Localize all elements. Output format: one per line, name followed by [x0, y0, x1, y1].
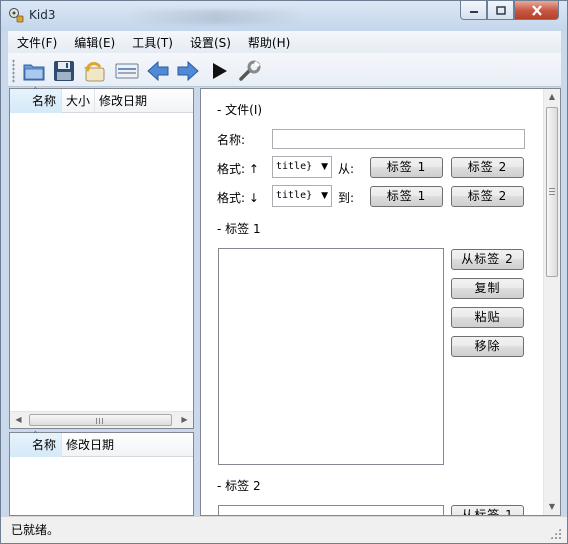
minimize-button[interactable] [460, 1, 487, 20]
dir-column-modified-date[interactable]: 修改日期 [62, 433, 193, 457]
settings-wrench-icon[interactable] [238, 59, 262, 83]
menu-edit[interactable]: 编辑(E) [65, 34, 123, 51]
to-tag1-button[interactable]: 标签 1 [370, 186, 443, 207]
format-to-combo[interactable]: title} ▼ [272, 185, 332, 207]
scroll-thumb[interactable] [546, 107, 558, 277]
app-logo-icon [9, 8, 24, 23]
close-icon [531, 4, 542, 16]
panel-vertical-scrollbar[interactable]: ▲ ▼ [543, 89, 560, 515]
play-icon[interactable] [207, 59, 231, 83]
column-modified-date[interactable]: 修改日期 [95, 89, 193, 113]
menu-tools[interactable]: 工具(T) [123, 34, 181, 51]
status-bar: 已就绪。 [1, 516, 567, 543]
toolbar [8, 53, 561, 87]
previous-icon[interactable] [146, 59, 170, 83]
maximize-icon [495, 5, 506, 15]
chevron-down-icon: ▼ [321, 162, 328, 172]
resize-grip-icon[interactable] [550, 528, 561, 539]
maximize-button[interactable] [487, 1, 514, 20]
file-section-title[interactable]: - 文件(I) [217, 101, 262, 118]
minimize-icon [469, 11, 478, 13]
tag2-section-title[interactable]: - 标签 2 [217, 477, 261, 494]
revert-icon[interactable] [82, 59, 106, 83]
column-size[interactable]: 大小 [62, 89, 95, 113]
filename-input[interactable] [272, 129, 525, 149]
from-tag1-button[interactable]: 标签 1 [370, 157, 443, 178]
menu-bar: 文件(F) 编辑(E) 工具(T) 设置(S) 帮助(H) [8, 31, 561, 53]
tag-editor-panel: - 文件(I) 名称: 格式: ↑ title} ▼ 从: 标签 1 标签 2 … [200, 88, 561, 516]
playlist-icon[interactable] [115, 59, 139, 83]
format-to-label: 格式: ↓ [217, 191, 259, 205]
save-icon[interactable] [52, 59, 76, 83]
next-icon[interactable] [176, 59, 200, 83]
to-tag2-button[interactable]: 标签 2 [451, 186, 524, 207]
scroll-left-icon[interactable]: ◀ [10, 412, 27, 428]
format-from-combo[interactable]: title} ▼ [272, 156, 332, 178]
scroll-thumb[interactable] [29, 414, 172, 426]
copy-button[interactable]: 复制 [451, 278, 524, 299]
open-folder-icon[interactable] [22, 59, 46, 83]
from-label: 从: [338, 162, 355, 176]
menu-file[interactable]: 文件(F) [8, 34, 65, 51]
directory-list-header: ⌃ 名称 修改日期 [10, 430, 193, 457]
scroll-up-icon[interactable]: ▲ [544, 89, 560, 105]
sort-ascending-icon: ⌃ [32, 430, 39, 439]
menu-settings[interactable]: 设置(S) [181, 34, 239, 51]
chevron-down-icon: ▼ [321, 191, 328, 201]
scroll-down-icon[interactable]: ▼ [544, 499, 560, 515]
paste-button[interactable]: 粘贴 [451, 307, 524, 328]
format-from-label: 格式: ↑ [217, 162, 259, 176]
from-tag2-button[interactable]: 标签 2 [451, 157, 524, 178]
main-window: Kid3 文件(F) 编辑(E) 工具(T) 设置(S) 帮助(H) ⌃ 名称 … [0, 0, 568, 544]
column-name[interactable]: ⌃ 名称 [10, 86, 62, 113]
menu-help[interactable]: 帮助(H) [239, 34, 298, 51]
window-title: Kid3 [29, 8, 56, 22]
tag2-frame-table[interactable] [218, 505, 444, 515]
sort-ascending-icon: ⌃ [32, 86, 39, 95]
directory-list[interactable]: ⌃ 名称 修改日期 [9, 430, 194, 516]
file-list-horizontal-scrollbar[interactable]: ◀ ▶ [10, 411, 193, 428]
tag1-section-title[interactable]: - 标签 1 [217, 220, 261, 237]
to-label: 到: [338, 191, 355, 205]
status-text: 已就绪。 [11, 523, 60, 537]
from-tag2-copy-button[interactable]: 从标签 2 [451, 249, 524, 270]
file-list[interactable]: ⌃ 名称 大小 修改日期 ◀ ▶ [9, 86, 194, 429]
from-tag1-copy-button[interactable]: 从标签 1 [451, 505, 524, 515]
scroll-right-icon[interactable]: ▶ [176, 412, 193, 428]
dir-column-name[interactable]: ⌃ 名称 [10, 430, 62, 457]
name-label: 名称: [217, 133, 246, 147]
close-button[interactable] [514, 1, 559, 20]
remove-button[interactable]: 移除 [451, 336, 524, 357]
file-list-header: ⌃ 名称 大小 修改日期 [10, 86, 193, 113]
toolbar-grip[interactable] [12, 59, 15, 83]
title-bar[interactable]: Kid3 [1, 1, 567, 31]
tag1-frame-table[interactable] [218, 248, 444, 465]
